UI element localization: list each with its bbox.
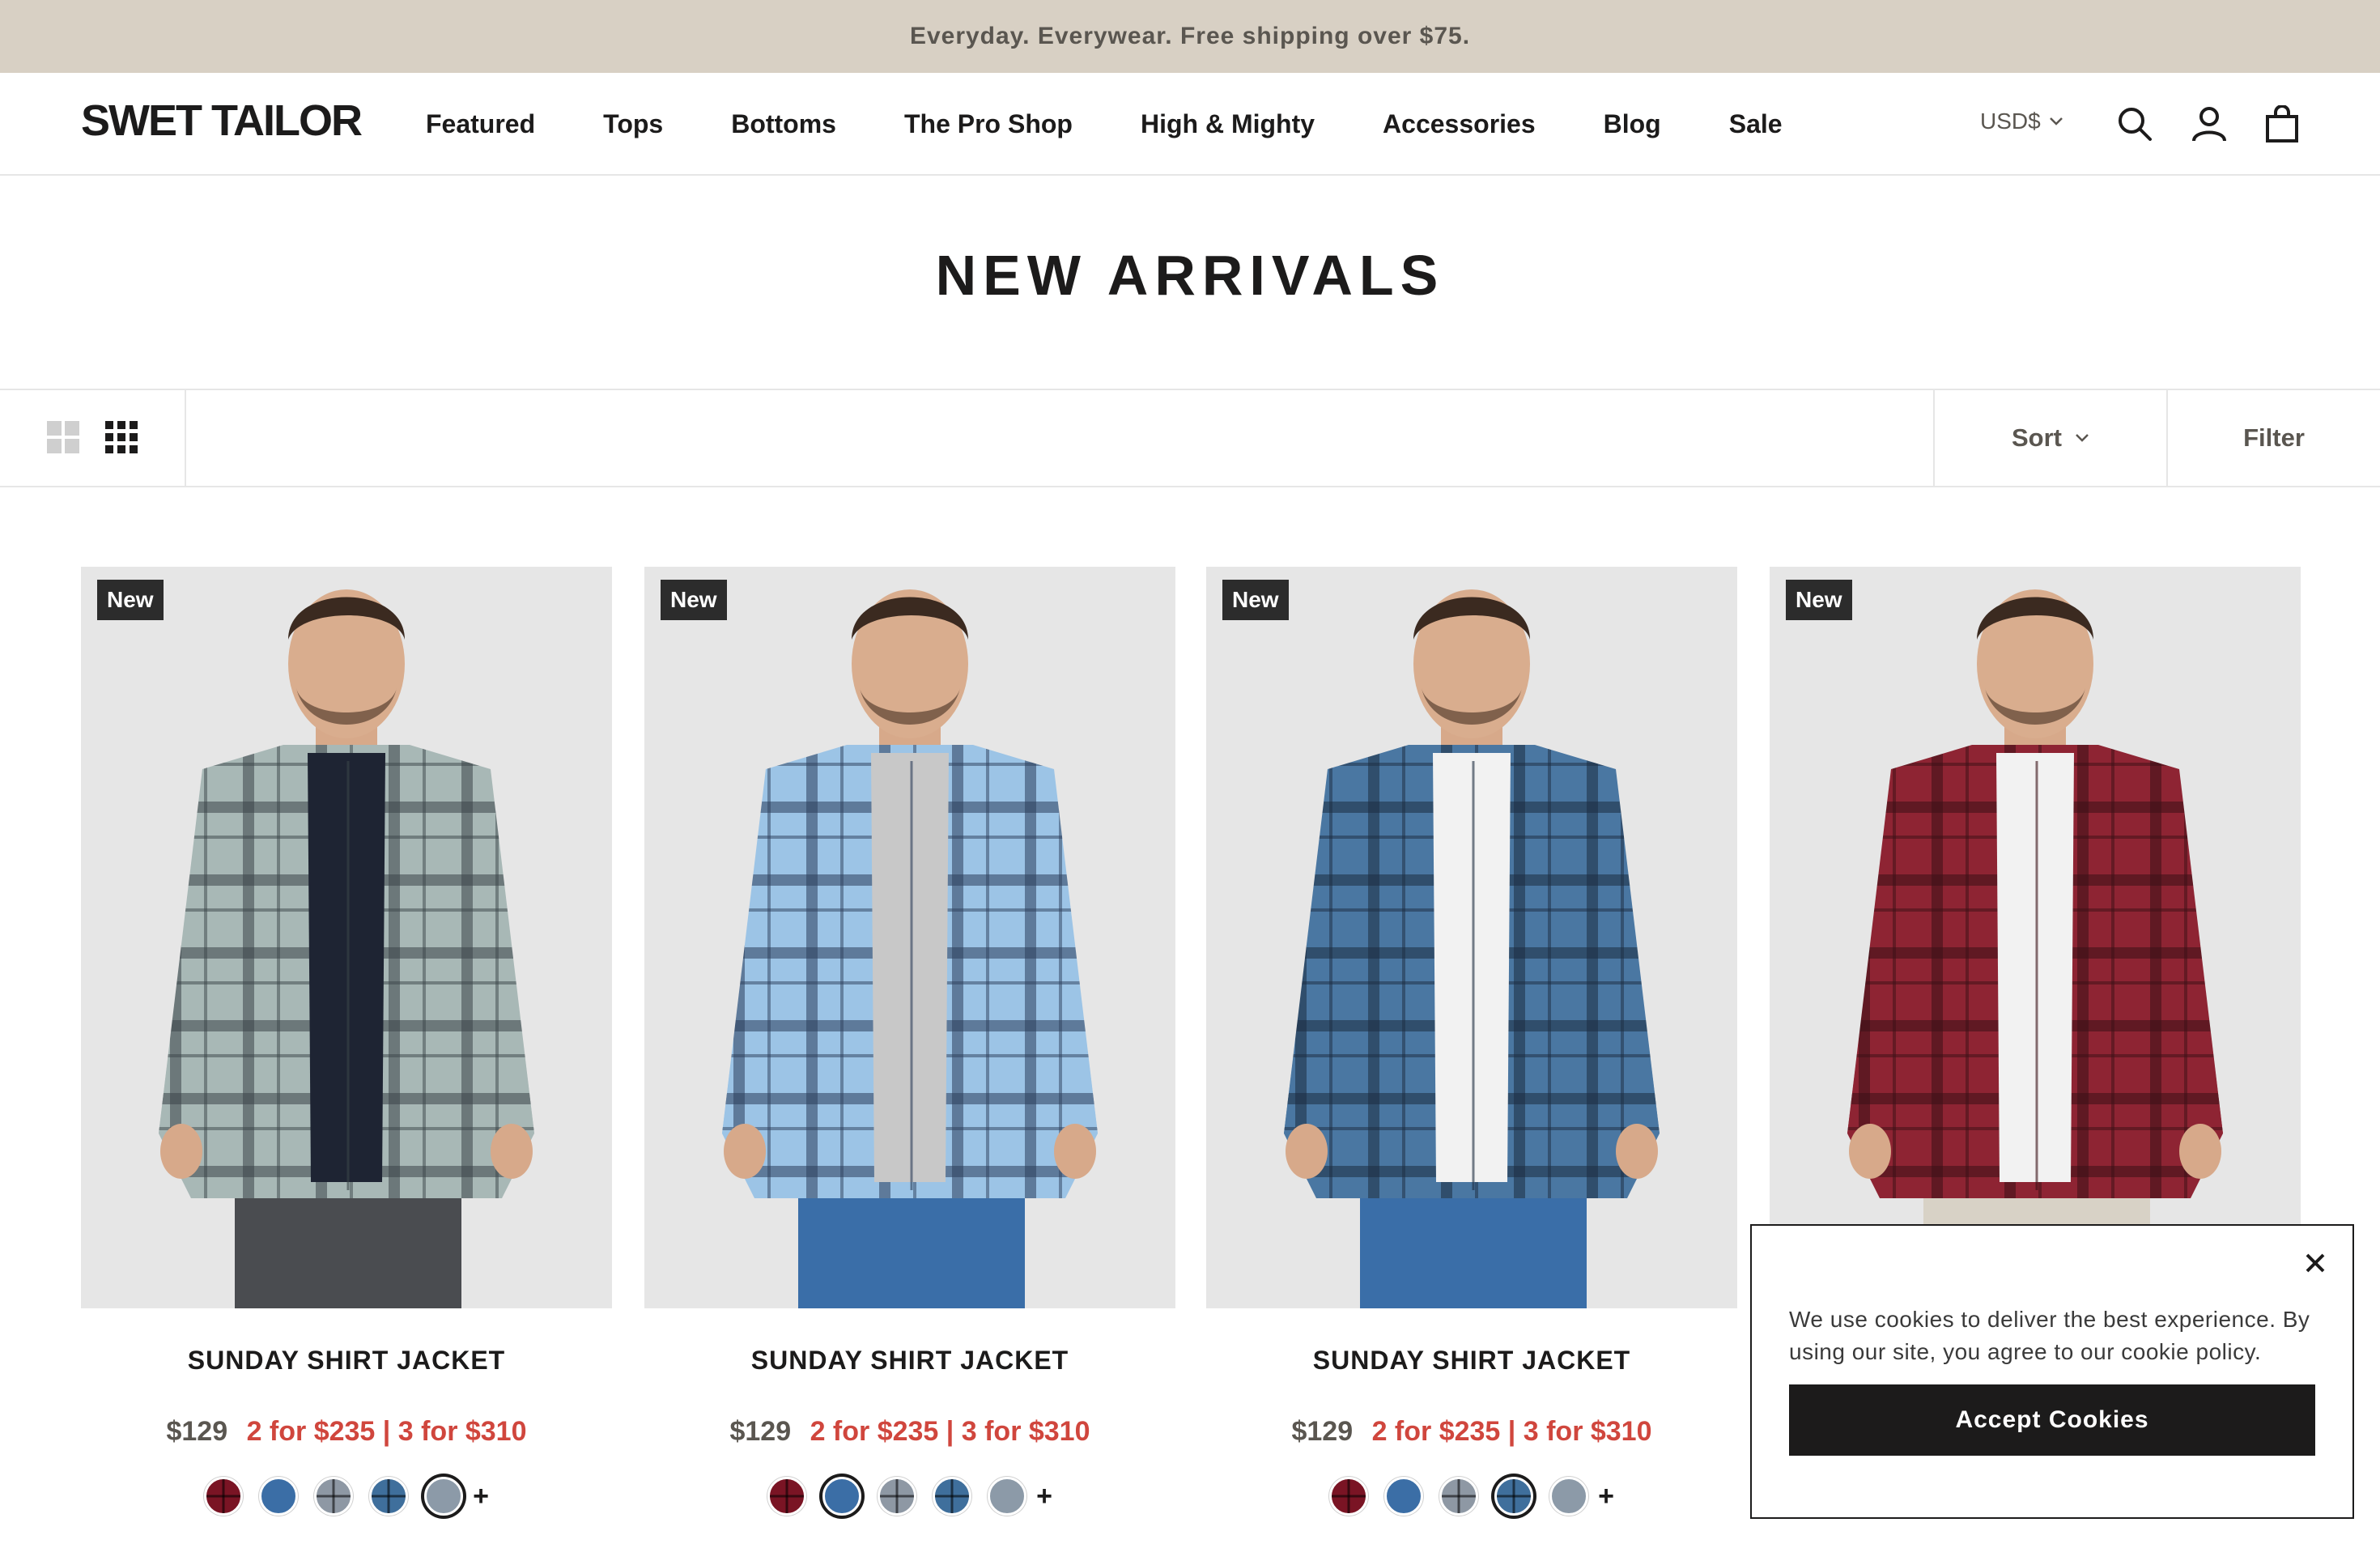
nav-tops[interactable]: Tops xyxy=(603,109,663,139)
light-blue-plaid-shirt-jacket xyxy=(644,567,1175,1308)
color-swatch[interactable] xyxy=(1439,1477,1479,1516)
product-title[interactable]: SUNDAY SHIRT JACKET xyxy=(644,1346,1175,1376)
product-image[interactable]: New xyxy=(1770,567,2301,1308)
chevron-down-icon xyxy=(2076,434,2089,442)
product-card: New SUNDAY SHIRT JACKET $129 2 for $235 … xyxy=(1206,567,1737,1516)
color-swatch[interactable] xyxy=(1329,1477,1369,1516)
color-swatch[interactable] xyxy=(369,1477,409,1516)
product-promo: 2 for $235 | 3 for $310 xyxy=(246,1416,527,1447)
new-badge: New xyxy=(1786,580,1852,620)
new-badge: New xyxy=(1222,580,1289,620)
color-swatch[interactable] xyxy=(878,1477,917,1516)
filter-button[interactable]: Filter xyxy=(2168,390,2380,486)
color-swatch[interactable] xyxy=(988,1477,1027,1516)
product-card: New SUNDAY SHIRT JACKET $129 2 for $235 … xyxy=(81,567,612,1516)
product-image[interactable]: New xyxy=(81,567,612,1308)
logo[interactable]: SWET TAILOR xyxy=(81,96,363,146)
nav-sale[interactable]: Sale xyxy=(1729,109,1783,139)
product-title[interactable]: SUNDAY SHIRT JACKET xyxy=(1206,1346,1737,1376)
more-colors-button[interactable]: + xyxy=(1036,1481,1052,1512)
color-swatch[interactable] xyxy=(204,1477,244,1516)
nav-bottoms[interactable]: Bottoms xyxy=(731,109,836,139)
color-swatch[interactable] xyxy=(424,1477,464,1516)
price-row: $129 2 for $235 | 3 for $310 xyxy=(81,1416,612,1448)
color-swatches: + xyxy=(1206,1477,1737,1516)
color-swatch[interactable] xyxy=(1494,1477,1534,1516)
color-swatches: + xyxy=(644,1477,1175,1516)
product-title[interactable]: SUNDAY SHIRT JACKET xyxy=(81,1346,612,1376)
product-card: New SUNDAY SHIRT JACKET $129 2 for $235 … xyxy=(644,567,1175,1516)
collection-toolbar: Sort Filter xyxy=(0,389,2380,487)
sort-label: Sort xyxy=(2012,423,2062,452)
product-image[interactable]: New xyxy=(644,567,1175,1308)
nav-blog[interactable]: Blog xyxy=(1604,109,1661,139)
sort-button[interactable]: Sort xyxy=(1933,390,2168,486)
search-icon[interactable] xyxy=(2116,105,2153,142)
color-swatch[interactable] xyxy=(767,1477,807,1516)
filter-label: Filter xyxy=(2243,423,2305,452)
grey-plaid-shirt-jacket xyxy=(81,567,612,1308)
grid-4-view-icon[interactable] xyxy=(105,421,138,453)
currency-label: USD$ xyxy=(1980,108,2041,134)
nav-pro-shop[interactable]: The Pro Shop xyxy=(904,109,1073,139)
nav-high-mighty[interactable]: High & Mighty xyxy=(1141,109,1315,139)
product-price: $129 xyxy=(166,1416,228,1447)
cart-icon[interactable] xyxy=(2263,104,2301,142)
accept-cookies-button[interactable]: Accept Cookies xyxy=(1789,1384,2315,1456)
cookie-banner: We use cookies to deliver the best exper… xyxy=(1750,1224,2354,1519)
color-swatch[interactable] xyxy=(933,1477,972,1516)
color-swatch[interactable] xyxy=(314,1477,354,1516)
color-swatch[interactable] xyxy=(822,1477,862,1516)
blue-plaid-shirt-jacket xyxy=(1206,567,1737,1308)
view-toggle xyxy=(0,390,186,486)
account-icon[interactable] xyxy=(2191,105,2228,142)
main-nav: Featured Tops Bottoms The Pro Shop High … xyxy=(426,73,1783,176)
color-swatch[interactable] xyxy=(1384,1477,1424,1516)
new-badge: New xyxy=(97,580,164,620)
page-title: NEW ARRIVALS xyxy=(935,244,1445,307)
red-plaid-shirt-jacket xyxy=(1770,567,2301,1308)
grid-2-view-icon[interactable] xyxy=(47,421,79,453)
announcement-text: Everyday. Everywear. Free shipping over … xyxy=(909,23,1471,49)
price-row: $129 2 for $235 | 3 for $310 xyxy=(644,1416,1175,1448)
color-swatches: + xyxy=(81,1477,612,1516)
product-price: $129 xyxy=(1291,1416,1354,1447)
announcement-bar: Everyday. Everywear. Free shipping over … xyxy=(0,0,2380,73)
product-promo: 2 for $235 | 3 for $310 xyxy=(1371,1416,1652,1447)
price-row: $129 2 for $235 | 3 for $310 xyxy=(1206,1416,1737,1448)
chevron-down-icon xyxy=(2049,117,2063,125)
color-swatch[interactable] xyxy=(259,1477,299,1516)
currency-selector[interactable]: USD$ xyxy=(1980,108,2063,134)
nav-featured[interactable]: Featured xyxy=(426,109,535,139)
color-swatch[interactable] xyxy=(1549,1477,1589,1516)
close-icon[interactable] xyxy=(2302,1250,2328,1276)
site-header: SWET TAILOR Featured Tops Bottoms The Pr… xyxy=(0,73,2380,176)
nav-accessories[interactable]: Accessories xyxy=(1383,109,1536,139)
more-colors-button[interactable]: + xyxy=(1598,1481,1614,1512)
product-promo: 2 for $235 | 3 for $310 xyxy=(810,1416,1090,1447)
product-price: $129 xyxy=(729,1416,792,1447)
more-colors-button[interactable]: + xyxy=(473,1481,489,1512)
product-image[interactable]: New xyxy=(1206,567,1737,1308)
new-badge: New xyxy=(661,580,727,620)
cookie-text: We use cookies to deliver the best exper… xyxy=(1789,1307,2310,1364)
